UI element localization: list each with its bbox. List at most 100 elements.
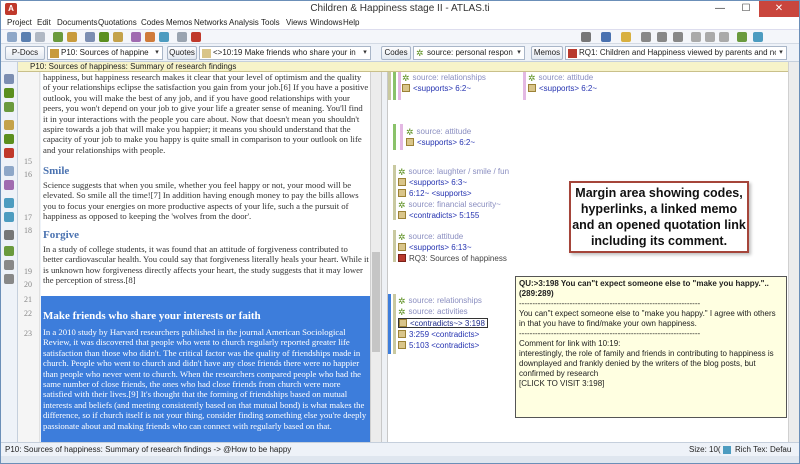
margin-hyperlink[interactable]: <supports> 6:3~ [398,178,467,188]
print-icon[interactable] [35,32,45,42]
code-in-vivo-icon[interactable] [4,102,14,112]
align-right-icon[interactable] [719,32,729,42]
bold-icon[interactable] [641,32,651,42]
query-tool-icon[interactable] [145,32,155,42]
margin-code[interactable]: ✲ source: relationships [398,296,482,306]
zoom-out-icon[interactable] [4,274,14,284]
margin-hyperlink[interactable]: 3:259 <contradicts> [398,330,479,340]
export-icon[interactable] [191,32,201,42]
margin-code[interactable]: ✲ source: relationships [402,73,486,83]
chevron-down-icon[interactable]: ▾ [776,47,786,59]
chevron-down-icon[interactable]: ▾ [514,47,524,59]
zoom-in-icon[interactable] [4,260,14,270]
margin-hyperlink[interactable]: <supports> 6:2~ [528,84,597,94]
margin-hyperlink[interactable]: 5:103 <contradicts> [398,341,479,351]
quotation-bar[interactable] [393,165,396,220]
memo-link-icon[interactable] [4,180,14,190]
code-selector[interactable]: ✲ source: personal respon ▾ [413,46,525,60]
margin-hyperlink[interactable]: <supports> 6:2~ [406,138,475,148]
margin-hyperlink[interactable]: 6:12~ <supports> [398,189,472,199]
codes-button[interactable]: Codes [381,46,411,60]
word-cruncher-icon[interactable] [177,32,187,42]
new-document-icon[interactable] [53,32,63,42]
margin-code[interactable]: ✲ source: laughter / smile / fun [398,167,509,177]
menu-windows[interactable]: Windows [310,18,342,27]
menu-views[interactable]: Views [286,18,307,27]
menu-analysis[interactable]: Analysis [229,18,259,27]
memo-manager-icon[interactable] [113,32,123,42]
paragraph-text[interactable]: happiness, but happiness research makes … [43,72,369,155]
quotation-bar[interactable] [393,230,396,262]
cooccurrence-icon[interactable] [159,32,169,42]
menu-edit[interactable]: Edit [37,18,51,27]
align-center-icon[interactable] [705,32,715,42]
heading-smile[interactable]: Smile [43,165,69,176]
pane-splitter[interactable] [381,72,388,442]
quotation-bar[interactable] [400,124,403,150]
highlight-icon[interactable] [621,32,631,42]
margin-code[interactable]: ✲ source: activities [398,307,468,317]
menu-help[interactable]: Help [343,18,359,27]
quotes-button[interactable]: Quotes [167,46,197,60]
pdocs-button[interactable]: P-Docs [5,46,45,60]
quotation-bar[interactable] [388,294,391,354]
margin-hyperlink[interactable]: <contradicts> 5:155 [398,211,479,221]
paragraph-text[interactable]: In a 2010 study by Harvard researchers p… [43,327,369,431]
unlink-icon[interactable] [4,148,14,158]
paragraph-text[interactable]: In a study of college students, it was f… [43,244,369,286]
comment-icon[interactable] [4,166,14,176]
pdoc-selector[interactable]: P10: Sources of happine ▾ [47,46,163,60]
scrollbar-thumb[interactable] [372,252,380,352]
open-project-icon[interactable] [7,32,17,42]
quotation-bar[interactable] [523,72,526,100]
close-button[interactable]: ✕ [759,1,799,17]
underline-icon[interactable] [673,32,683,42]
code-manager-icon[interactable] [99,32,109,42]
browse-links-icon[interactable] [4,246,14,256]
margin-hyperlink[interactable]: <supports> 6:13~ [398,243,472,253]
minimize-button[interactable]: — [707,1,733,17]
heading-forgive[interactable]: Forgive [43,229,79,240]
menu-documents[interactable]: Documents [57,18,97,27]
quick-coding-icon[interactable] [4,134,14,144]
menu-memos[interactable]: Memos [166,18,192,27]
selected-quotation[interactable]: Make friends who share your interests or… [41,296,370,442]
italic-icon[interactable] [657,32,667,42]
zoom-icon[interactable] [753,32,763,42]
hyperlink-start-icon[interactable] [4,198,14,208]
quotation-bar[interactable] [398,72,401,100]
margin-hyperlink[interactable]: <supports> 6:2~ [402,84,471,94]
memo-selector[interactable]: RQ1: Children and Happiness viewed by pa… [565,46,787,60]
heading-make-friends[interactable]: Make friends who share your interests or… [43,310,261,321]
quotation-bar[interactable] [388,72,391,100]
chevron-down-icon[interactable]: ▾ [152,47,162,59]
memos-button[interactable]: Memos [531,46,563,60]
quotation-link-tooltip[interactable]: QU:>3:198 You can"t expect someone else … [515,276,787,418]
quotation-manager-icon[interactable] [85,32,95,42]
document-manager-icon[interactable] [67,32,77,42]
margin-toggle-icon[interactable] [4,230,14,240]
document-text[interactable]: happiness, but happiness research makes … [41,72,370,442]
menu-networks[interactable]: Networks [194,18,227,27]
open-coding-icon[interactable] [4,88,14,98]
menu-tools[interactable]: Tools [261,18,280,27]
network-icon[interactable] [131,32,141,42]
margin-code[interactable]: ✲ source: attitude [406,127,471,137]
code-by-list-icon[interactable] [4,120,14,130]
edit-mode-icon[interactable] [737,32,747,42]
quotation-bar[interactable] [393,72,396,100]
align-left-icon[interactable] [691,32,701,42]
quotation-bar[interactable] [393,124,396,150]
tooltip-visit-link[interactable]: [CLICK TO VISIT 3:198] [519,379,783,389]
margin-hyperlink-active[interactable]: <contradicts~> 3:198 [398,318,488,328]
margin-scrollbar[interactable] [788,62,799,442]
margin-code[interactable]: ✲ source: attitude [398,232,463,242]
document-scrollbar[interactable] [370,72,381,442]
save-icon[interactable] [21,32,31,42]
menu-codes[interactable]: Codes [141,18,164,27]
font-icon[interactable] [601,32,611,42]
quotation-bar[interactable] [393,294,396,354]
paragraph-text[interactable]: Science suggests that when you smile, wh… [43,180,369,222]
pen-icon[interactable] [581,32,591,42]
quote-selector[interactable]: <>10:19 Make friends who share your in ▾ [199,46,371,60]
